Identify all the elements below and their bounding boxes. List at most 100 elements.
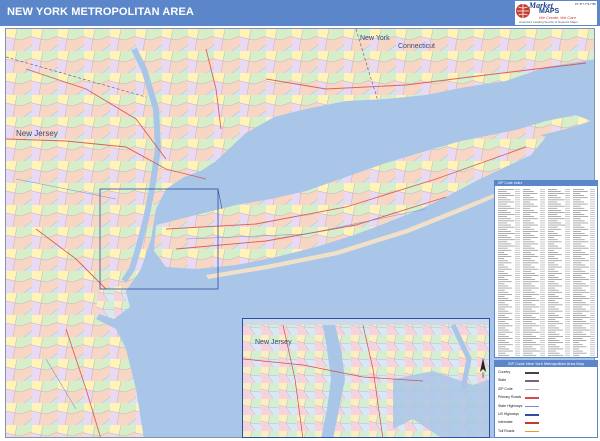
index-entry-code [565, 296, 570, 297]
index-entry-line [523, 308, 532, 310]
index-entry-line [523, 275, 539, 276]
index-entry-code [540, 308, 545, 310]
index-entry-code [590, 189, 595, 190]
index-entry-line [498, 296, 505, 297]
inset-map-nyc[interactable]: New Jersey [242, 318, 490, 438]
legend-item-label: State Highways [498, 403, 523, 408]
index-entry-code [540, 218, 545, 220]
index-entry-code [565, 319, 570, 320]
index-entry-line [573, 254, 589, 255]
index-entry-line [548, 247, 562, 249]
index-entry-line [548, 277, 559, 278]
index-entry-code [515, 256, 520, 257]
index-entry-code [590, 285, 595, 287]
index-entry-code [540, 287, 545, 289]
index-entry-line [498, 329, 509, 331]
index-entry-line [573, 203, 588, 205]
index-entry-line [573, 285, 590, 287]
index-entry-code [565, 348, 570, 350]
index-entry-code [540, 329, 545, 331]
index-entry-code [565, 233, 570, 234]
index-entry-code [565, 354, 570, 356]
index-entry-line [548, 287, 555, 289]
index-entry-code [540, 233, 545, 234]
index-entry-code [540, 336, 545, 337]
index-entry-code [540, 298, 545, 299]
index-entry-code [540, 189, 545, 190]
index-entry-code [515, 348, 520, 350]
index-entry-line [498, 207, 515, 209]
index-entry-line [548, 239, 558, 241]
index-entry-line [523, 310, 536, 312]
index-entry-code [540, 216, 545, 217]
index-entry-line [548, 216, 562, 217]
index-entry-code [565, 270, 570, 272]
index-entry-line [573, 279, 590, 280]
index-entry-line [523, 222, 535, 224]
index-entry-line [498, 266, 508, 268]
index-entry-line [548, 346, 560, 348]
index-entry-line [498, 321, 506, 322]
index-entry-code [565, 340, 570, 341]
index-entry-code [565, 262, 570, 264]
index-entry-line [573, 241, 589, 243]
index-entry-code [565, 285, 570, 287]
index-entry-code [540, 304, 545, 306]
index-entry-line [498, 226, 515, 228]
index-entry-code [515, 273, 520, 274]
index-entry-line [523, 224, 538, 226]
index-entry-line [498, 201, 515, 203]
index-entry-line [498, 254, 508, 255]
index-entry-code [565, 336, 570, 337]
legend-item-label: Country [498, 370, 511, 374]
index-entry-code [590, 306, 595, 308]
index-entry-line [498, 291, 509, 293]
index-entry-line [573, 191, 588, 192]
index-entry-line [498, 319, 513, 320]
index-entry-line [498, 220, 515, 222]
index-entry-code [590, 331, 595, 333]
inset-state-label-new-jersey: New Jersey [255, 339, 292, 346]
index-entry-code [515, 287, 520, 289]
map-title: NEW YORK METROPOLITAN AREA [7, 6, 194, 18]
index-entry-code [565, 298, 570, 299]
index-entry-line [548, 331, 556, 333]
index-entry-code [515, 308, 520, 310]
index-entry-code [590, 329, 595, 331]
index-entry-code [565, 254, 570, 255]
index-entry-code [540, 212, 545, 213]
index-entry-line [548, 258, 559, 259]
index-entry-code [540, 207, 545, 209]
index-entry-line [498, 342, 510, 343]
index-entry-code [565, 304, 570, 306]
index-entry-code [590, 222, 595, 224]
index-entry-code [590, 273, 595, 274]
index-entry-line [523, 228, 535, 230]
index-entry-line [573, 195, 585, 196]
legend-item-label: Toll Roads [498, 428, 515, 433]
index-entry-code [515, 218, 520, 220]
index-entry-code [515, 346, 520, 348]
index-entry-code [565, 193, 570, 194]
index-entry-code [540, 327, 545, 329]
index-entry-code [590, 197, 595, 199]
index-entry-code [565, 256, 570, 257]
index-entry-code [540, 264, 545, 266]
index-entry-line [498, 277, 505, 278]
index-entry-code [515, 304, 520, 306]
zip-index-panel: ZIP Code Index [494, 180, 598, 358]
index-entry-line [573, 207, 585, 209]
index-entry-code [590, 270, 595, 272]
index-entry-line [573, 210, 588, 211]
index-entry-line [573, 354, 580, 356]
index-entry-line [523, 268, 539, 270]
index-entry-line [523, 321, 533, 322]
index-entry-line [548, 233, 558, 234]
index-entry-line [523, 296, 532, 297]
index-entry-line [573, 266, 589, 268]
index-entry-code [515, 191, 520, 192]
index-entry-line [523, 304, 536, 306]
index-entry-code [515, 268, 520, 270]
index-entry-line [498, 300, 513, 301]
index-entry-code [515, 239, 520, 241]
